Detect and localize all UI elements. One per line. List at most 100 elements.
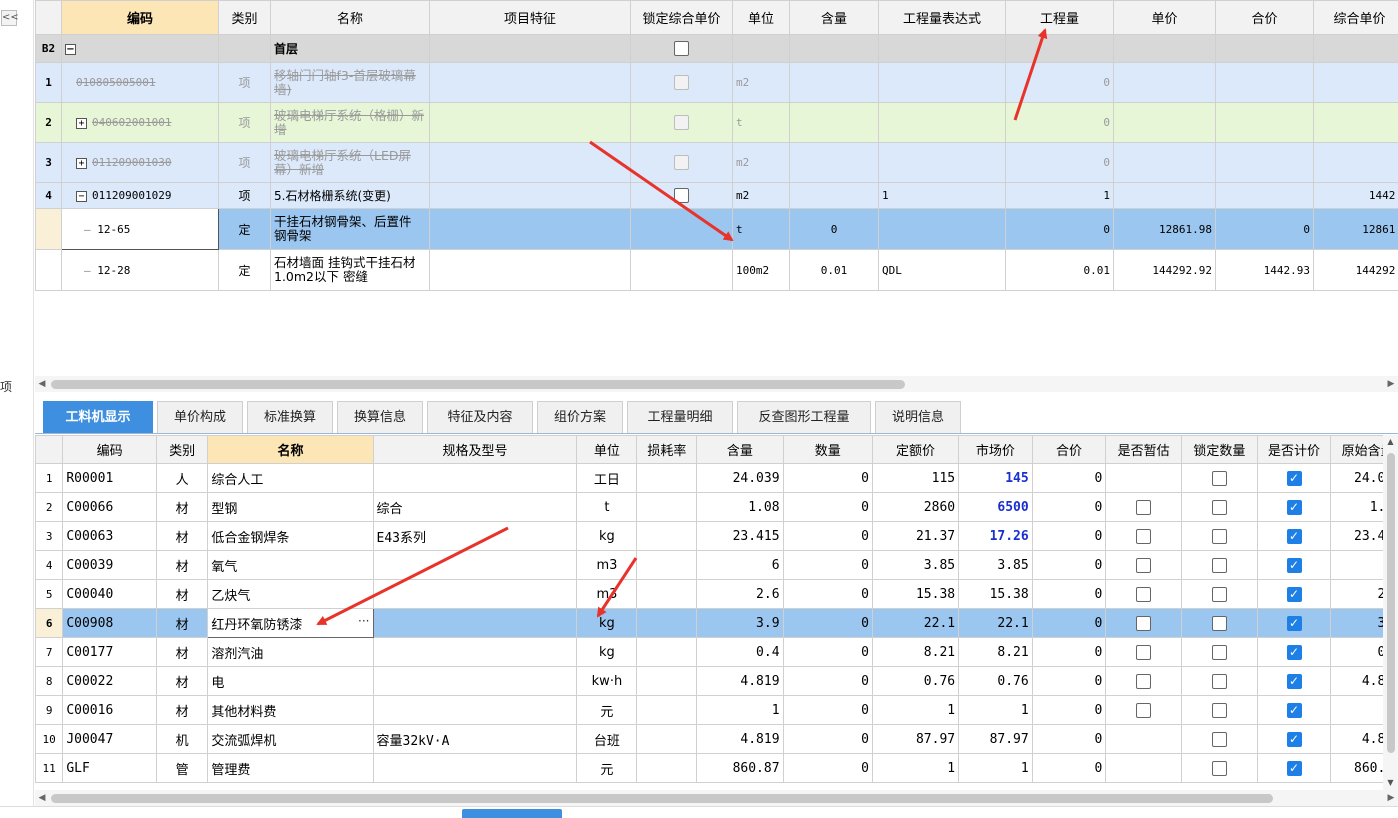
resource-code[interactable]: GLF [62,753,157,783]
resource-quantity[interactable]: 0 [782,579,873,609]
resource-market-price[interactable]: 1 [958,695,1033,725]
lock-quantity-cell[interactable] [1181,608,1258,638]
resource-spec[interactable]: 综合 [372,492,578,522]
resource-spec[interactable] [372,550,578,580]
lock-quantity-checkbox[interactable] [1211,673,1227,689]
resource-unit[interactable]: kg [576,637,638,667]
section-header-row[interactable]: B2− 首层 [35,34,1398,63]
lock-price-checkbox[interactable] [674,155,689,170]
resource-loss-rate[interactable] [636,637,698,667]
resource-name[interactable]: 溶剂汽油 [207,637,374,667]
provisional-cell[interactable] [1105,637,1182,667]
lock-quantity-checkbox[interactable] [1211,470,1227,486]
top-col-header[interactable]: 类别 [218,0,271,35]
item-qty-expression[interactable] [878,142,1006,183]
tab-1[interactable]: 工料机显示 [43,401,153,433]
provisional-cell[interactable] [1105,463,1182,493]
is-priced-cell[interactable]: ✓ [1256,753,1332,783]
provisional-checkbox[interactable] [1136,528,1152,544]
item-content[interactable]: 0.01 [789,249,879,291]
bottom-col-header[interactable]: 规格及型号 [372,435,578,464]
item-name[interactable]: 玻璃电梯厅系统（LED屏幕）新增 [270,142,430,183]
lock-quantity-checkbox[interactable] [1211,615,1227,631]
resource-market-price[interactable]: 17.26 [958,521,1033,551]
resource-loss-rate[interactable] [636,463,698,493]
item-quantity[interactable]: 0 [1005,142,1114,183]
item-quantity[interactable]: 0 [1005,62,1114,103]
resource-quantity[interactable]: 0 [782,666,873,696]
item-code-cell[interactable]: +011209001030 [61,142,219,183]
is-priced-cell[interactable]: ✓ [1256,521,1332,551]
resource-name[interactable]: 综合人工 [207,463,374,493]
expand-icon[interactable]: + [76,157,87,169]
item-feature[interactable] [429,142,631,183]
resource-quantity[interactable]: 0 [782,637,873,667]
resource-content[interactable]: 1.08 [696,492,784,522]
resource-row[interactable]: 8C00022材电kw·h4.81900.760.760✓4.819 [35,666,1383,696]
is-priced-checkbox[interactable]: ✓ [1286,615,1302,631]
provisional-checkbox[interactable] [1136,644,1152,660]
resource-market-price[interactable]: 22.1 [958,608,1033,638]
is-priced-cell[interactable]: ✓ [1256,724,1332,754]
top-grid-horizontal-scrollbar[interactable]: ◀ ▶ [35,376,1398,392]
resource-name[interactable]: 乙炔气 [207,579,374,609]
lock-price-checkbox[interactable] [674,75,689,90]
bottom-col-header[interactable]: 类别 [155,435,209,464]
lock-quantity-checkbox[interactable] [1211,731,1227,747]
is-priced-checkbox[interactable]: ✓ [1286,760,1302,776]
bottom-col-header[interactable]: 合价 [1031,435,1107,464]
bottom-col-header[interactable]: 损耗率 [636,435,698,464]
item-name[interactable]: 干挂石材钢骨架、后置件 钢骨架 [270,208,430,250]
resource-loss-rate[interactable] [636,608,698,638]
item-qty-expression[interactable]: QDL [878,249,1006,291]
resource-name[interactable]: 管理费 [207,753,374,783]
bottom-col-header[interactable]: 定额价 [871,435,960,464]
provisional-cell[interactable] [1105,579,1182,609]
resource-unit[interactable]: kg [576,608,638,638]
scroll-up-icon[interactable]: ▲ [1383,435,1398,449]
item-qty-expression[interactable] [878,102,1006,143]
resource-row[interactable]: 6C00908材红丹环氧防锈漆···kg3.9022.122.10✓3.9 [35,608,1383,638]
resource-spec[interactable] [372,608,578,638]
provisional-cell[interactable] [1105,753,1182,783]
resource-loss-rate[interactable] [636,579,698,609]
tab-4[interactable]: 换算信息 [337,401,423,433]
is-priced-cell[interactable]: ✓ [1256,666,1332,696]
lock-quantity-checkbox[interactable] [1211,499,1227,515]
resource-spec[interactable]: 容量32kV·A [372,724,578,754]
is-priced-checkbox[interactable]: ✓ [1286,470,1302,486]
resources-vertical-scrollbar[interactable]: ▲ ▼ [1383,435,1398,790]
item-unit[interactable]: 100m2 [732,249,790,291]
top-col-header[interactable]: 含量 [789,0,879,35]
item-unit[interactable]: t [732,208,790,250]
bill-item-row[interactable]: — 12-28 定石材墙面 挂钩式干挂石材 1.0m2以下 密缝 100m2 0.01… [35,249,1398,291]
tab-7[interactable]: 工程量明细 [627,401,733,433]
provisional-cell[interactable] [1105,724,1182,754]
provisional-checkbox[interactable] [1136,615,1152,631]
resource-market-price[interactable]: 87.97 [958,724,1033,754]
is-priced-checkbox[interactable]: ✓ [1286,557,1302,573]
resource-market-price[interactable]: 6500 [958,492,1033,522]
lock-quantity-cell[interactable] [1181,666,1258,696]
top-col-header[interactable]: 单位 [732,0,790,35]
item-qty-expression[interactable]: 1 [878,182,1006,209]
resource-row[interactable]: 2C00066材型钢综合t1.080286065000✓1.08 [35,492,1383,522]
collapse-icon[interactable]: − [76,190,87,202]
item-unit[interactable]: t [732,102,790,143]
lock-quantity-cell[interactable] [1181,550,1258,580]
provisional-cell[interactable] [1105,521,1182,551]
scrollbar-thumb[interactable] [51,380,905,389]
resource-unit[interactable]: kw·h [576,666,638,696]
resource-quantity[interactable]: 0 [782,463,873,493]
bottom-col-header[interactable]: 原始含量 [1330,435,1383,464]
collapse-icon[interactable]: − [65,43,76,55]
item-unit[interactable]: m2 [732,62,790,103]
provisional-checkbox[interactable] [1136,586,1152,602]
lock-price-checkbox[interactable] [674,41,689,56]
resource-code[interactable]: C00016 [62,695,157,725]
resource-content[interactable]: 0.4 [696,637,784,667]
resource-row[interactable]: 1R00001人综合人工工日24.03901151450✓24.039 [35,463,1383,493]
item-name[interactable]: 石材墙面 挂钩式干挂石材 1.0m2以下 密缝 [270,249,430,291]
lock-quantity-cell[interactable] [1181,579,1258,609]
resource-row[interactable]: 4C00039材氧气m3603.853.850✓6 [35,550,1383,580]
